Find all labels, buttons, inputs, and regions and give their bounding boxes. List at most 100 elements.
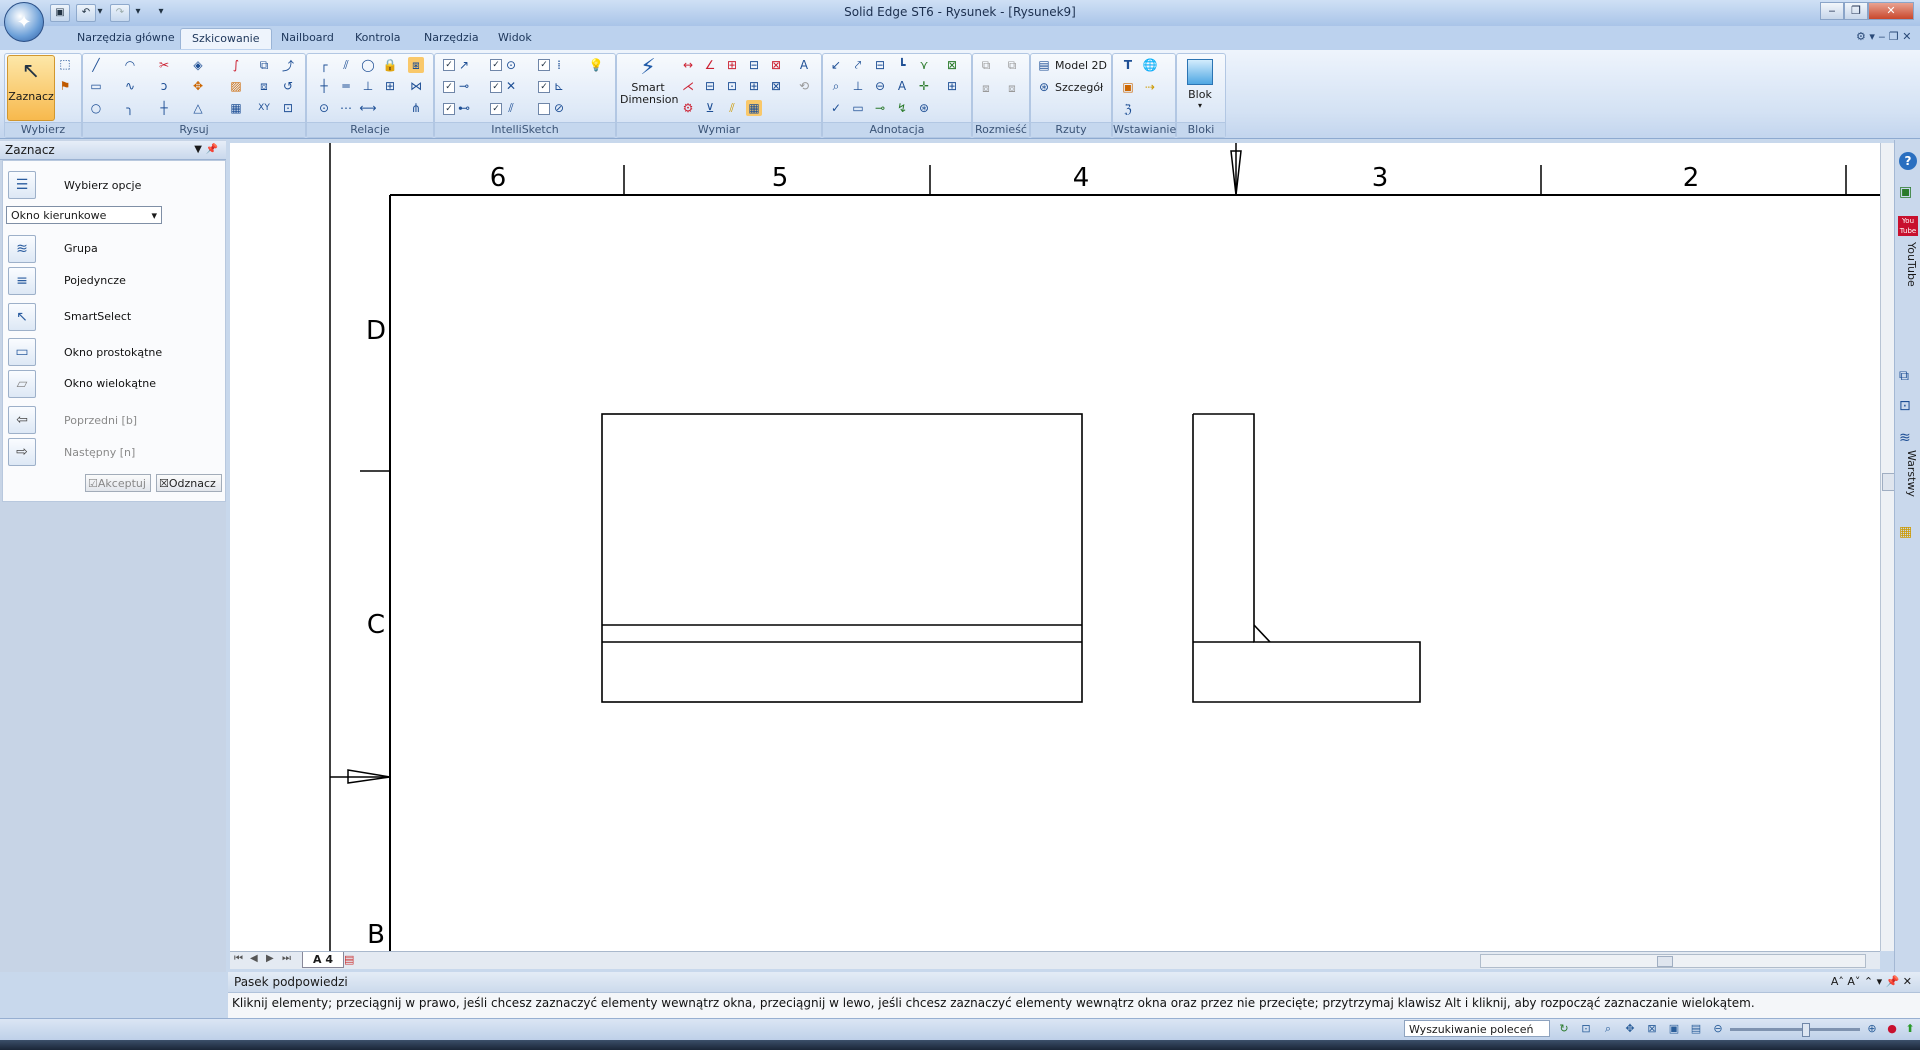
option-previous-label[interactable]: Poprzedni [b] xyxy=(64,414,137,427)
triangle-icon[interactable]: △ xyxy=(190,100,206,116)
rectangle-icon[interactable]: ▭ xyxy=(88,78,104,94)
horizontal-scroll-thumb[interactable] xyxy=(1657,956,1673,967)
distance-between-icon[interactable]: ↔ xyxy=(680,57,696,73)
bolt-circle-icon[interactable]: ⊛ xyxy=(916,100,932,116)
panel-menu-icon[interactable]: ▼ xyxy=(194,141,202,159)
vertical-scrollbar[interactable] xyxy=(1880,143,1895,951)
smart-dimension-button[interactable]: ⚡ Smart Dimension xyxy=(620,55,678,119)
extend-icon[interactable]: ↄ xyxy=(156,78,172,94)
library-icon[interactable]: ⧉ xyxy=(1899,368,1909,384)
layers-tab-label[interactable]: Warstwy xyxy=(1898,450,1918,510)
undo-icon[interactable]: ↶ xyxy=(76,4,96,22)
relation-color-icon[interactable]: ⋔ xyxy=(408,100,424,116)
redo-icon[interactable]: ↷ xyxy=(110,4,130,22)
angular-coordinate-icon[interactable]: ⋌ xyxy=(680,78,696,94)
arc-icon[interactable]: ◠ xyxy=(122,57,138,73)
dimension-style-icon[interactable]: A xyxy=(796,57,812,73)
feature-control-icon[interactable]: ⊖ xyxy=(872,78,888,94)
upload-icon[interactable]: ⬆ xyxy=(1902,1021,1918,1037)
tab-sketching[interactable]: Szkicowanie xyxy=(180,28,272,49)
flag-icon[interactable]: ⚑ xyxy=(57,78,73,94)
datum-icon[interactable]: ⊥ xyxy=(850,78,866,94)
minimize-button[interactable]: ‒ xyxy=(1820,2,1844,20)
customize-qat-icon[interactable]: ▾ xyxy=(156,4,166,20)
tab-home[interactable]: Narzędzia główne xyxy=(66,28,186,48)
symbol-icon[interactable]: ℨ xyxy=(1120,101,1136,117)
text-insert-icon[interactable]: T xyxy=(1120,57,1136,73)
leader-icon[interactable]: ↙ xyxy=(828,57,844,73)
maintain-icon[interactable]: ⟷ xyxy=(359,100,376,116)
refresh-icon[interactable]: ↻ xyxy=(1556,1021,1572,1037)
community-icon[interactable]: ▣ xyxy=(1899,184,1912,200)
intellisketch-checkbox-9[interactable] xyxy=(538,103,550,115)
chain-dim-icon[interactable]: ⊡ xyxy=(724,78,740,94)
fillet-icon[interactable]: ╮ xyxy=(122,100,138,116)
fit-icon[interactable]: ⊠ xyxy=(1644,1021,1660,1037)
option-group-label[interactable]: Grupa xyxy=(64,242,98,255)
help-options-icon[interactable]: ⚙ ▾ ‒ ❐ ✕ xyxy=(1856,30,1911,43)
intellisketch-checkbox-2[interactable]: ✓ xyxy=(490,59,502,71)
tab-nailboard[interactable]: Nailboard xyxy=(270,28,345,48)
spline-icon[interactable]: ∿ xyxy=(122,78,138,94)
previous-arrow-icon[interactable]: ⇦ xyxy=(8,406,36,434)
hatch-icon[interactable]: ▨ xyxy=(228,78,244,94)
horizontal-scrollbar[interactable] xyxy=(1480,954,1866,968)
chamfer-dim-icon[interactable]: ⊠ xyxy=(768,57,784,73)
rigid-icon[interactable]: ⊞ xyxy=(382,78,398,94)
drawing-sheet[interactable]: 6 5 4 3 2 D C B xyxy=(230,143,1880,951)
symmetric-dim-icon[interactable]: ⊻ xyxy=(702,100,718,116)
properties-icon[interactable]: ▦ xyxy=(1899,524,1912,540)
rectangle-window-icon[interactable]: ▭ xyxy=(8,338,36,366)
layers-icon[interactable]: ≋ xyxy=(1899,430,1911,446)
weld-symbol-icon[interactable]: ┗ xyxy=(894,57,910,73)
select-options-label[interactable]: Wybierz opcje xyxy=(64,179,141,192)
circle-icon[interactable]: ○ xyxy=(88,100,104,116)
line-icon[interactable]: ╱ xyxy=(88,57,104,73)
select-window-icon[interactable]: ⬚ xyxy=(57,56,73,72)
intellisketch-checkbox-8[interactable]: ✓ xyxy=(490,103,502,115)
retrieve-dim-icon[interactable]: ⟲ xyxy=(796,78,812,94)
balloon-icon[interactable]: ⊟ xyxy=(872,57,888,73)
pin-icon[interactable]: 📌 xyxy=(206,141,218,159)
center-line-icon[interactable]: ⊸ xyxy=(872,100,888,116)
new-sheet-icon[interactable]: ▤ xyxy=(344,953,354,966)
block-button[interactable]: Blok ▾ xyxy=(1180,57,1220,117)
intellisketch-checkbox-7[interactable]: ✓ xyxy=(443,103,455,115)
intellisketch-checkbox-4[interactable]: ✓ xyxy=(443,81,455,93)
image-icon[interactable]: ▣ xyxy=(1120,79,1136,95)
center-mark-icon[interactable]: ✛ xyxy=(916,78,932,94)
model2d-button[interactable]: ▤ Model 2D xyxy=(1036,57,1107,73)
record-icon[interactable]: ● xyxy=(1884,1021,1900,1037)
redo-dropdown-icon[interactable]: ▾ xyxy=(134,4,142,20)
perpendicular-icon[interactable]: ┼ xyxy=(316,78,332,94)
smartselect-icon[interactable]: ↖ xyxy=(8,303,36,331)
concentric-icon[interactable]: ⊙ xyxy=(316,100,332,116)
bring-forward-icon[interactable]: ⧈ xyxy=(978,80,994,96)
option-next-label[interactable]: Następny [n] xyxy=(64,446,135,459)
intellisketch-checkbox-1[interactable]: ✓ xyxy=(443,59,455,71)
search-annotation-icon[interactable]: ⌕ xyxy=(828,78,844,94)
tab-tools[interactable]: Narzędzia xyxy=(413,28,490,48)
auto-dim-icon[interactable]: ⊠ xyxy=(768,78,784,94)
option-rectangle-label[interactable]: Okno prostokątne xyxy=(64,346,162,359)
send-backward-icon[interactable]: ⧈ xyxy=(1004,80,1020,96)
select-tool-button[interactable]: ↖ Zaznacz xyxy=(7,55,55,121)
datum-frame-icon[interactable]: ▭ xyxy=(850,100,866,116)
lock-icon[interactable]: 🔒 xyxy=(382,57,398,73)
connect-icon[interactable]: ┌ xyxy=(316,57,332,73)
zoom-out-icon[interactable]: ⊖ xyxy=(1710,1021,1726,1037)
symmetric-diameter-icon[interactable]: ⊟ xyxy=(746,57,762,73)
sheet-nav-prev-icon[interactable]: ◀ xyxy=(250,953,258,964)
pan-icon[interactable]: ✥ xyxy=(1622,1021,1638,1037)
application-button[interactable]: ✦ xyxy=(4,2,44,42)
fill-icon[interactable]: ◈ xyxy=(190,57,206,73)
collinear-icon[interactable]: ⋯ xyxy=(338,100,354,116)
polygon-window-icon[interactable]: ▱ xyxy=(8,370,36,398)
intellisketch-checkbox-3[interactable]: ✓ xyxy=(538,59,550,71)
drawing-canvas[interactable]: 6 5 4 3 2 D C B xyxy=(230,143,1880,951)
zoom-in-icon[interactable]: ⊕ xyxy=(1864,1021,1880,1037)
edge-condition-icon[interactable]: ⋎ xyxy=(916,57,932,73)
equal-icon[interactable]: ═ xyxy=(338,78,354,94)
sheet-tab-a4[interactable]: A 4 xyxy=(302,952,344,968)
detail-view-button[interactable]: ⊛ Szczegół xyxy=(1036,79,1103,95)
